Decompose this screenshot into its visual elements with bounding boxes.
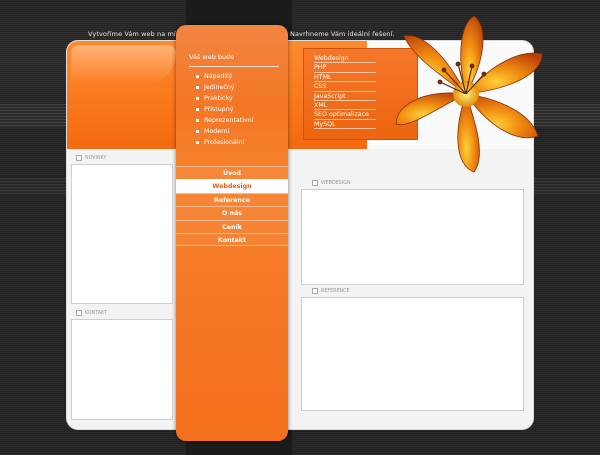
feature-item: Nápaditý <box>196 71 253 82</box>
news-heading: NOVINKY <box>76 155 106 161</box>
tagline-left: Vytvoříme Vám web na míru. <box>88 30 185 38</box>
technology-item: CSS <box>314 82 376 92</box>
bullet-icon <box>196 130 199 133</box>
checkbox-icon <box>312 288 318 294</box>
nav-item-webdesign[interactable]: Webdesign <box>176 179 288 193</box>
feature-item: Jedinečný <box>196 82 253 93</box>
main-navigation: Úvod Webdesign Reference O nás Ceník Kon… <box>176 166 288 247</box>
bullet-icon <box>196 141 199 144</box>
technology-item: PHP <box>314 63 376 73</box>
bullet-icon <box>196 108 199 111</box>
reference-box <box>301 297 524 411</box>
nav-item-reference[interactable]: Reference <box>176 192 288 207</box>
bullet-icon <box>196 97 199 100</box>
feature-label: Praktický <box>204 95 233 102</box>
tagline-right: Navrhneme Vám ideální řešení. <box>290 30 395 38</box>
feature-label: Profesionální <box>204 139 245 146</box>
webdesign-heading: WEBDESIGN <box>312 180 351 186</box>
features-title: Váš web bude <box>189 53 235 61</box>
feature-item: Moderní <box>196 126 253 137</box>
technology-item: XML <box>314 101 376 111</box>
feature-item: Praktický <box>196 93 253 104</box>
bullet-icon <box>196 75 199 78</box>
nav-item-uvod[interactable]: Úvod <box>176 166 288 180</box>
feature-label: Moderní <box>204 128 230 135</box>
technology-item: Webdesign <box>314 54 376 64</box>
contact-heading: KONTAKT <box>76 310 107 316</box>
webdesign-heading-label: WEBDESIGN <box>321 180 351 186</box>
center-strip: Váš web bude Nápaditý Jedinečný Praktick… <box>176 25 288 441</box>
feature-item: Reprezentativní <box>196 115 253 126</box>
reference-heading: REFERENCE <box>312 288 350 294</box>
nav-item-cenik[interactable]: Ceník <box>176 219 288 233</box>
header-gloss <box>71 45 176 85</box>
feature-label: Reprezentativní <box>204 117 254 124</box>
technology-item: MySQL <box>314 120 376 130</box>
webdesign-box <box>301 189 524 285</box>
lily-flower-image <box>395 15 543 173</box>
nav-item-o-nas[interactable]: O nás <box>176 206 288 220</box>
technology-item: JavaScript <box>314 92 376 101</box>
bullet-icon <box>196 119 199 122</box>
reference-heading-label: REFERENCE <box>321 288 350 294</box>
contact-box <box>71 319 173 420</box>
news-heading-label: NOVINKY <box>85 155 107 161</box>
feature-label: Jedinečný <box>204 84 235 91</box>
technology-item: SEO optimalizace <box>314 110 376 120</box>
feature-list: Nápaditý Jedinečný Praktický Přístupný R… <box>196 71 253 148</box>
checkbox-icon <box>312 180 318 186</box>
contact-heading-label: KONTAKT <box>85 310 107 316</box>
bullet-icon <box>196 86 199 89</box>
feature-label: Nápaditý <box>204 73 233 80</box>
feature-label: Přístupný <box>204 106 234 113</box>
news-box <box>71 164 173 304</box>
checkbox-icon <box>76 310 82 316</box>
features-divider <box>189 66 279 67</box>
feature-item: Profesionální <box>196 137 253 148</box>
feature-item: Přístupný <box>196 104 253 115</box>
technology-item: HTML <box>314 73 376 83</box>
checkbox-icon <box>76 155 82 161</box>
nav-item-kontakt[interactable]: Kontakt <box>176 232 288 247</box>
